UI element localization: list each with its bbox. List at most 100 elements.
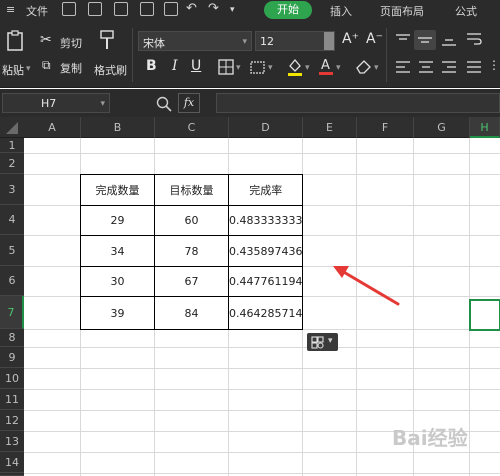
table-cell[interactable]: 29 [80, 205, 155, 236]
cell-style-icon[interactable] [250, 59, 266, 75]
underline-button[interactable]: U [191, 58, 201, 74]
header-cell-completed[interactable]: 完成数量 [80, 174, 155, 206]
cell-style-dropdown-icon[interactable]: ▾ [268, 63, 273, 73]
preview-icon[interactable] [164, 2, 178, 16]
cut-label[interactable]: 剪切 [60, 35, 82, 51]
row-header-9[interactable]: 9 [0, 347, 24, 368]
table-cell[interactable]: 0.483333333 [227, 205, 304, 236]
column-header-b[interactable]: B [81, 117, 155, 138]
table-cell[interactable]: 0.464285714 [227, 296, 304, 330]
row-header-11[interactable]: 11 [0, 389, 24, 410]
bold-button[interactable]: B [146, 58, 157, 74]
insert-function-button[interactable]: fx [178, 93, 200, 113]
row-header-7[interactable]: 7 [0, 296, 24, 329]
gridline [24, 410, 500, 411]
borders-dropdown-icon[interactable]: ▾ [236, 63, 241, 73]
print-icon[interactable] [140, 2, 154, 16]
table-cell[interactable]: 67 [154, 266, 229, 297]
wrap-text-icon[interactable] [466, 31, 482, 47]
header-cell-rate[interactable]: 完成率 [227, 174, 304, 206]
row-header-5[interactable]: 5 [0, 235, 24, 266]
table-cell[interactable]: 0.435897436 [227, 235, 304, 267]
header-cell-target[interactable]: 目标数量 [154, 174, 229, 206]
column-header-a[interactable]: A [24, 117, 81, 138]
formula-input[interactable] [216, 93, 500, 113]
column-header-e[interactable]: E [303, 117, 357, 138]
gridline [24, 452, 500, 453]
align-center-icon[interactable] [418, 60, 434, 74]
row-header-3[interactable]: 3 [0, 174, 24, 205]
select-all-corner-icon[interactable] [6, 122, 18, 134]
table-cell[interactable]: 78 [154, 235, 229, 267]
align-right-icon[interactable] [441, 60, 457, 74]
row-header-1[interactable]: 1 [0, 138, 24, 153]
align-middle-button[interactable] [414, 30, 436, 50]
fill-color-icon[interactable] [287, 57, 303, 77]
formula-bar: H7 ▾ fx [0, 89, 500, 117]
row-header-13[interactable]: 13 [0, 431, 24, 452]
row-header-6[interactable]: 6 [0, 266, 24, 296]
column-header-d[interactable]: D [229, 117, 303, 138]
row-header-14[interactable]: 14 [0, 452, 24, 473]
redo-icon[interactable]: ↷ [208, 1, 219, 16]
tab-start[interactable]: 开始 [264, 1, 312, 19]
column-header-f[interactable]: F [357, 117, 414, 138]
divider [132, 28, 133, 82]
eraser-dropdown-icon[interactable]: ▾ [374, 63, 379, 73]
align-left-icon[interactable] [395, 60, 411, 74]
zoom-search-icon[interactable] [156, 96, 172, 112]
format-painter-label[interactable]: 格式刷 [94, 62, 127, 78]
font-color-icon[interactable]: A [318, 56, 334, 76]
paste-label[interactable]: 粘贴 [2, 62, 24, 78]
row-header-8[interactable]: 8 [0, 329, 24, 347]
menu-icon[interactable]: ≡ [6, 3, 15, 16]
borders-icon[interactable] [218, 59, 234, 75]
quick-analysis-button[interactable]: ▾ [307, 333, 338, 351]
name-box[interactable]: H7 ▾ [2, 93, 110, 113]
table-cell[interactable]: 30 [80, 266, 155, 297]
more-chevron-icon[interactable]: ▾ [230, 5, 235, 15]
align-top-icon[interactable] [395, 33, 411, 47]
annotation-arrow-icon [333, 266, 400, 306]
font-name-select[interactable]: 宋体 ▾ [138, 31, 252, 51]
justify-icon[interactable] [466, 60, 482, 74]
table-cell[interactable]: 0.447761194 [227, 266, 304, 297]
column-header-h[interactable]: H [470, 117, 500, 138]
scissors-icon[interactable]: ✂ [40, 32, 52, 48]
row-header-2[interactable]: 2 [0, 153, 24, 174]
tab-page-layout[interactable]: 页面布局 [380, 3, 424, 19]
column-header-g[interactable]: G [414, 117, 470, 138]
print-preview-icon[interactable] [114, 2, 128, 16]
row-header-12[interactable]: 12 [0, 410, 24, 431]
table-cell[interactable]: 84 [154, 296, 229, 330]
column-header-c[interactable]: C [155, 117, 229, 138]
row-header-10[interactable]: 10 [0, 368, 24, 389]
svg-text:A: A [321, 58, 330, 73]
export-icon[interactable] [88, 2, 102, 16]
paste-icon[interactable] [6, 30, 24, 52]
row-header-4[interactable]: 4 [0, 205, 24, 235]
selected-cell-h7[interactable] [469, 299, 500, 331]
copy-label[interactable]: 复制 [60, 60, 82, 76]
font-size-select[interactable]: 12 [255, 31, 335, 51]
format-painter-icon[interactable] [99, 30, 115, 50]
save-icon[interactable] [62, 2, 76, 16]
gridline [24, 473, 500, 474]
copy-icon[interactable]: ⧉ [42, 58, 51, 73]
table-cell[interactable]: 39 [80, 296, 155, 330]
table-cell[interactable]: 60 [154, 205, 229, 236]
table-cell[interactable]: 34 [80, 235, 155, 267]
paste-dropdown-icon[interactable]: ▾ [26, 64, 31, 74]
menu-file[interactable]: 文件 [26, 3, 48, 19]
font-shrink-icon[interactable]: A⁻ [366, 31, 383, 47]
eraser-icon[interactable] [355, 58, 373, 74]
tab-insert[interactable]: 插入 [330, 3, 352, 19]
fill-color-dropdown-icon[interactable]: ▾ [305, 63, 310, 73]
tab-formulas[interactable]: 公式 [455, 3, 477, 19]
font-grow-icon[interactable]: A⁺ [342, 31, 359, 47]
align-bottom-icon[interactable] [441, 33, 457, 47]
font-color-dropdown-icon[interactable]: ▾ [336, 63, 341, 73]
undo-icon[interactable]: ↶ [186, 1, 197, 16]
italic-button[interactable]: I [172, 58, 178, 74]
more-icon[interactable]: ⋮ [488, 58, 500, 72]
